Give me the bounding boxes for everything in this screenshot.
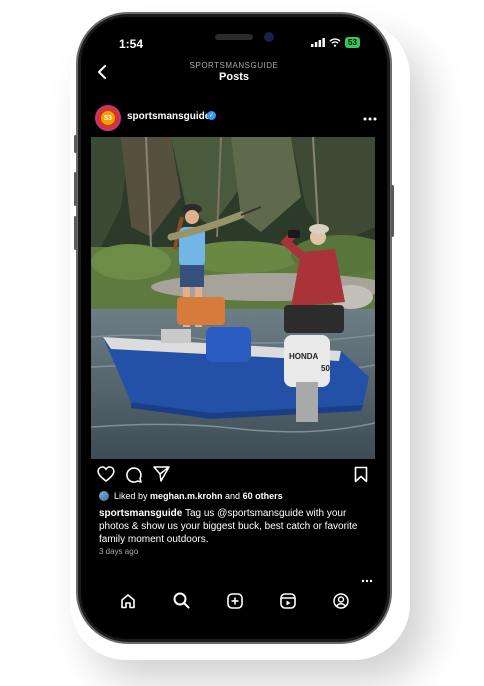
comment-button[interactable] [125,466,142,488]
phone-screen: 1:54 53 SPORTSMANSGUIDE Posts 53 sportsm… [81,17,387,639]
home-icon [120,593,135,608]
heart-icon [97,466,115,482]
wifi-icon [329,38,341,47]
avatar-logo-text: 53 [104,114,112,122]
phone-volume-up-button [74,172,77,206]
motor-hp-label: 50 [321,364,330,373]
liked-by-user[interactable]: meghan.m.krohn [150,491,223,501]
front-camera [264,32,274,42]
tab-create[interactable] [226,592,243,614]
caption-username[interactable]: sportsmansguide [99,508,182,519]
like-button[interactable] [97,466,115,487]
liker-avatar [99,491,109,501]
post-actions [97,466,375,484]
create-icon [226,592,243,609]
motor-brand-label: HONDA [289,352,319,361]
status-icons: 53 [311,37,360,48]
search-icon [173,592,189,609]
tab-search[interactable] [173,592,190,614]
page-title: Posts [219,71,249,83]
battery-icon: 53 [345,37,360,48]
tab-profile[interactable] [332,592,349,614]
more-icon [361,579,373,583]
more-options-button[interactable] [363,110,377,124]
verified-badge-icon: ✓ [207,111,216,120]
bookmark-icon [354,466,368,483]
send-icon [153,466,170,482]
liked-by-others[interactable]: 60 others [243,491,283,501]
comment-icon [126,467,142,483]
speaker-notch [215,34,253,40]
tab-home[interactable] [120,593,136,614]
avatar[interactable]: 53 [95,105,121,131]
reels-icon [279,592,296,609]
phone-volume-down-button [74,216,77,250]
next-post-more-button[interactable] [361,575,373,586]
post-photo-illustration: HONDA 50 [91,137,375,459]
liked-by-prefix: Liked by [114,491,151,501]
liked-by-text: Liked by meghan.m.krohn and 60 others [114,491,283,501]
liked-by-middle: and [222,491,243,501]
bottom-tab-bar [81,587,387,619]
more-icon [363,117,377,121]
phone-mute-button [74,135,77,153]
phone-power-button [391,185,394,237]
share-button[interactable] [153,466,170,487]
post-username[interactable]: sportsmansguide [127,111,210,122]
profile-icon [332,592,349,609]
save-button[interactable] [354,466,368,488]
tab-reels[interactable] [279,592,296,614]
header-account-name: SPORTSMANSGUIDE [189,61,279,70]
status-time: 1:54 [119,37,144,51]
signal-icon [311,38,325,47]
post-caption: sportsmansguide Tag us @sportsmansguide … [99,507,369,546]
post-date: 3 days ago [99,547,139,556]
post-photo[interactable]: HONDA 50 [91,137,375,459]
liked-by-row[interactable]: Liked by meghan.m.krohn and 60 others [99,491,283,501]
